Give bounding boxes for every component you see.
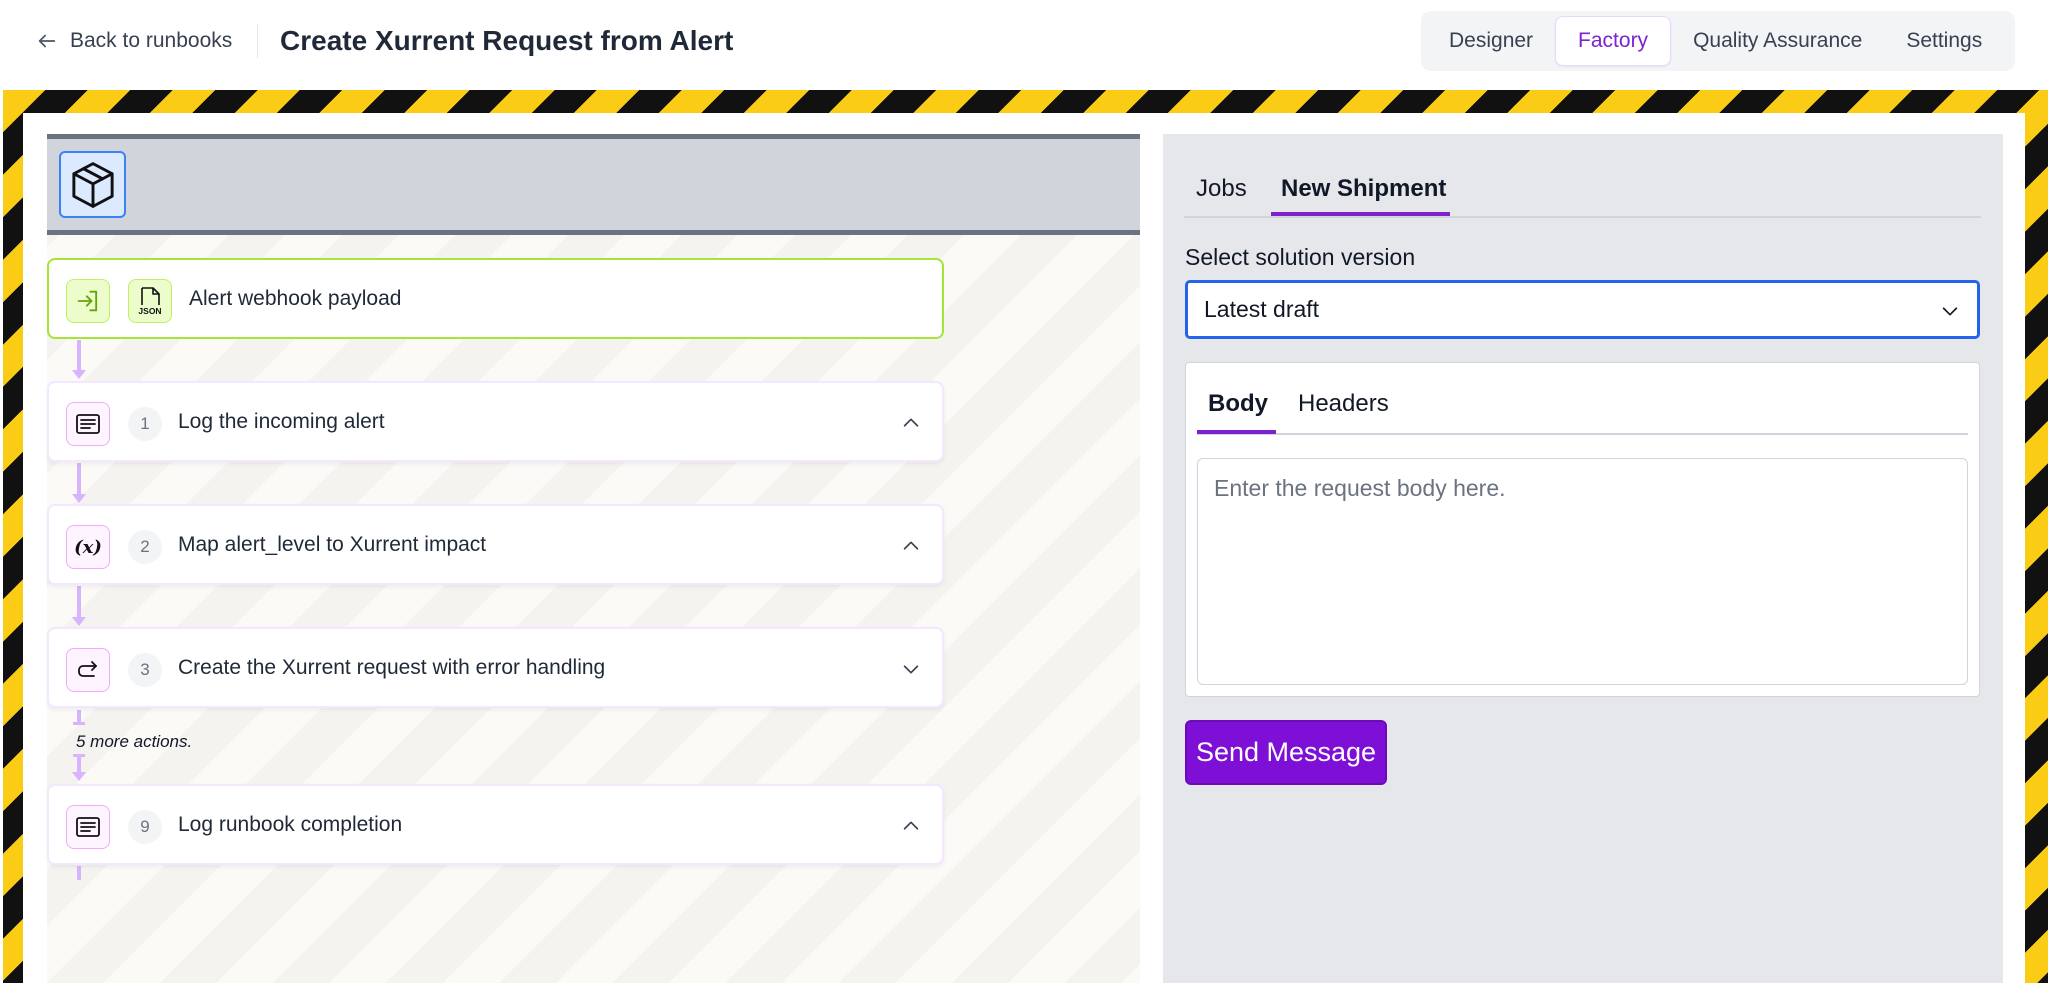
trigger-icon-box <box>66 279 110 323</box>
step-card[interactable]: 3 Create the Xurrent request with error … <box>47 627 944 708</box>
solution-version-select[interactable]: Latest draft <box>1185 280 1980 339</box>
package-button[interactable] <box>59 151 126 218</box>
chevron-down-icon[interactable] <box>900 658 922 680</box>
tab-headers[interactable]: Headers <box>1298 372 1389 435</box>
back-to-runbooks-link[interactable]: Back to runbooks <box>36 26 232 56</box>
request-body-input[interactable] <box>1197 458 1968 685</box>
connector-line <box>77 586 81 619</box>
connector-arrow <box>72 494 86 503</box>
variable-icon: (x) <box>74 536 102 558</box>
svg-text:JSON: JSON <box>138 306 161 316</box>
arrow-left-icon <box>38 34 56 48</box>
tab-quality-assurance[interactable]: Quality Assurance <box>1671 16 1884 66</box>
trigger-label: Alert webhook payload <box>189 286 402 310</box>
connector-line <box>77 463 81 496</box>
trigger-card[interactable]: JSON Alert webhook payload <box>47 258 944 339</box>
step-number: 3 <box>128 653 162 687</box>
step-number: 9 <box>128 810 162 844</box>
connector-tick <box>73 722 85 725</box>
tab-settings[interactable]: Settings <box>1884 16 2004 66</box>
version-label: Select solution version <box>1185 244 1416 270</box>
step-label: Create the Xurrent request with error ha… <box>178 655 606 679</box>
connector-line <box>77 754 81 774</box>
divider <box>257 24 258 58</box>
top-bar: Back to runbooks Create Xurrent Request … <box>0 0 2048 90</box>
log-lines-icon <box>76 414 100 434</box>
step-icon-box <box>66 402 110 446</box>
step-icon-box: (x) <box>66 525 110 569</box>
step-number: 1 <box>128 407 162 441</box>
tab-designer[interactable]: Designer <box>1427 16 1555 66</box>
chevron-up-icon[interactable] <box>900 535 922 557</box>
connector-arrow <box>72 617 86 626</box>
back-label: Back to runbooks <box>70 29 233 52</box>
active-tab-indicator <box>1197 430 1276 434</box>
connector-line <box>77 866 81 880</box>
chevron-up-icon[interactable] <box>900 412 922 434</box>
tab-factory[interactable]: Factory <box>1555 16 1672 66</box>
panel-tabs: Jobs New Shipment <box>1184 160 1981 218</box>
request-tabs: Body Headers <box>1197 372 1968 435</box>
canvas-header <box>47 134 1140 235</box>
more-actions-note[interactable]: 5 more actions. <box>76 732 192 752</box>
step-card[interactable]: 9 Log runbook completion <box>47 784 944 865</box>
step-card[interactable]: (x) 2 Map alert_level to Xurrent impact <box>47 504 944 585</box>
tab-body[interactable]: Body <box>1208 372 1268 435</box>
connector-arrow <box>72 370 86 379</box>
redirect-arrow-icon <box>78 661 97 677</box>
send-message-button[interactable]: Send Message <box>1185 720 1387 785</box>
chevron-down-icon <box>1942 307 1958 316</box>
mode-tabs: Designer Factory Quality Assurance Setti… <box>1421 11 2015 71</box>
step-icon-box <box>66 805 110 849</box>
tab-jobs[interactable]: Jobs <box>1196 160 1247 218</box>
cube-icon <box>71 161 114 208</box>
json-file-icon: JSON <box>128 279 172 323</box>
chevron-up-icon[interactable] <box>900 815 922 837</box>
tab-new-shipment[interactable]: New Shipment <box>1281 160 1446 218</box>
step-label: Log runbook completion <box>178 812 403 836</box>
enter-icon <box>77 290 98 312</box>
step-label: Map alert_level to Xurrent impact <box>178 532 487 556</box>
step-card[interactable]: 1 Log the incoming alert <box>47 381 944 462</box>
step-icon-box <box>66 648 110 692</box>
step-number: 2 <box>128 530 162 564</box>
step-label: Log the incoming alert <box>178 409 385 433</box>
connector-arrow <box>72 772 86 781</box>
log-lines-icon <box>76 817 100 837</box>
page-title: Create Xurrent Request from Alert <box>280 25 734 56</box>
connector-line <box>77 340 81 372</box>
selected-version: Latest draft <box>1204 296 1320 322</box>
active-tab-indicator <box>1271 212 1450 216</box>
